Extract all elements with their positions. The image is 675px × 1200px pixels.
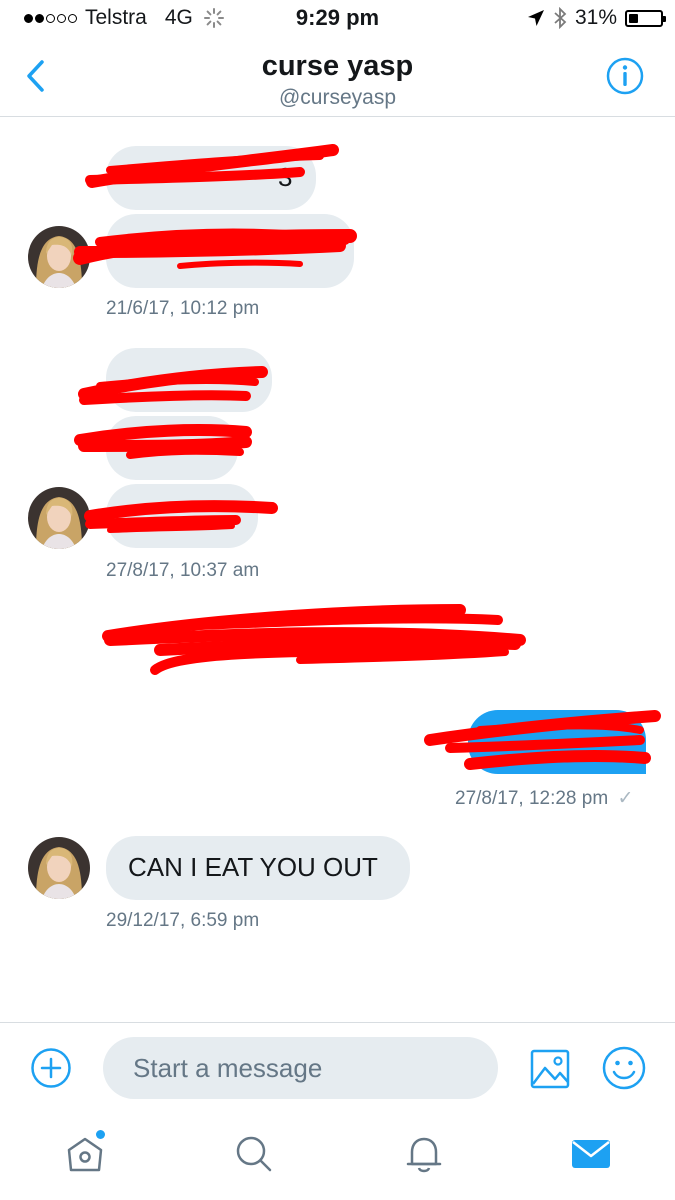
notifications-bell-icon[interactable] <box>402 1132 446 1176</box>
battery-icon <box>625 9 666 27</box>
conversation-handle: @curseyasp <box>278 86 397 109</box>
sent-message-bubble[interactable] <box>468 710 646 774</box>
sent-message-timestamp: 27/8/17, 12:28 pm ✓ <box>455 787 633 810</box>
sender-avatar[interactable] <box>28 226 90 288</box>
status-right: 31% <box>527 6 666 30</box>
image-icon[interactable] <box>529 1048 571 1090</box>
location-arrow-icon <box>527 10 544 26</box>
conversation-title: curse yasp <box>261 50 414 82</box>
redaction-scribble <box>73 144 661 770</box>
conversation-header: curse yasp @curseyasp <box>0 40 675 117</box>
received-message-bubble[interactable]: CAN I EAT YOU OUT <box>106 836 410 900</box>
sent-timestamp-text: 27/8/17, 12:28 pm <box>455 788 609 809</box>
message-timestamp: 27/8/17, 10:37 am <box>106 560 260 581</box>
avatar-photo-icon <box>28 837 90 899</box>
bluetooth-icon <box>554 7 567 29</box>
received-message-bubble[interactable] <box>106 484 258 548</box>
checkmark-icon: ✓ <box>617 788 634 809</box>
status-bar: Telstra 4G 9:29 pm 31% <box>0 0 675 36</box>
avatar-photo-icon <box>28 226 90 288</box>
info-icon[interactable] <box>605 56 645 96</box>
received-message-bubble[interactable]: 3 <box>106 146 316 210</box>
received-message-bubble[interactable] <box>106 214 354 288</box>
sender-avatar[interactable] <box>28 837 90 899</box>
tab-bar <box>0 1112 675 1200</box>
message-timestamp: 29/12/17, 6:59 pm <box>106 910 260 931</box>
messages-envelope-icon[interactable] <box>569 1132 613 1176</box>
message-text-fragment: 3 <box>278 162 293 192</box>
message-input[interactable] <box>103 1037 498 1099</box>
battery-percent: 31% <box>574 6 617 29</box>
sender-avatar[interactable] <box>28 487 90 549</box>
notification-dot <box>96 1130 105 1139</box>
received-message-bubble[interactable] <box>106 348 272 412</box>
emoji-icon[interactable] <box>601 1045 647 1091</box>
avatar-photo-icon <box>28 487 90 549</box>
add-plus-icon[interactable] <box>30 1047 72 1089</box>
message-timestamp: 21/6/17, 10:12 pm <box>106 298 260 319</box>
compose-bar <box>0 1022 675 1113</box>
message-text: CAN I EAT YOU OUT <box>128 852 378 882</box>
received-message-bubble[interactable] <box>106 416 238 480</box>
search-tab-icon[interactable] <box>232 1132 276 1176</box>
